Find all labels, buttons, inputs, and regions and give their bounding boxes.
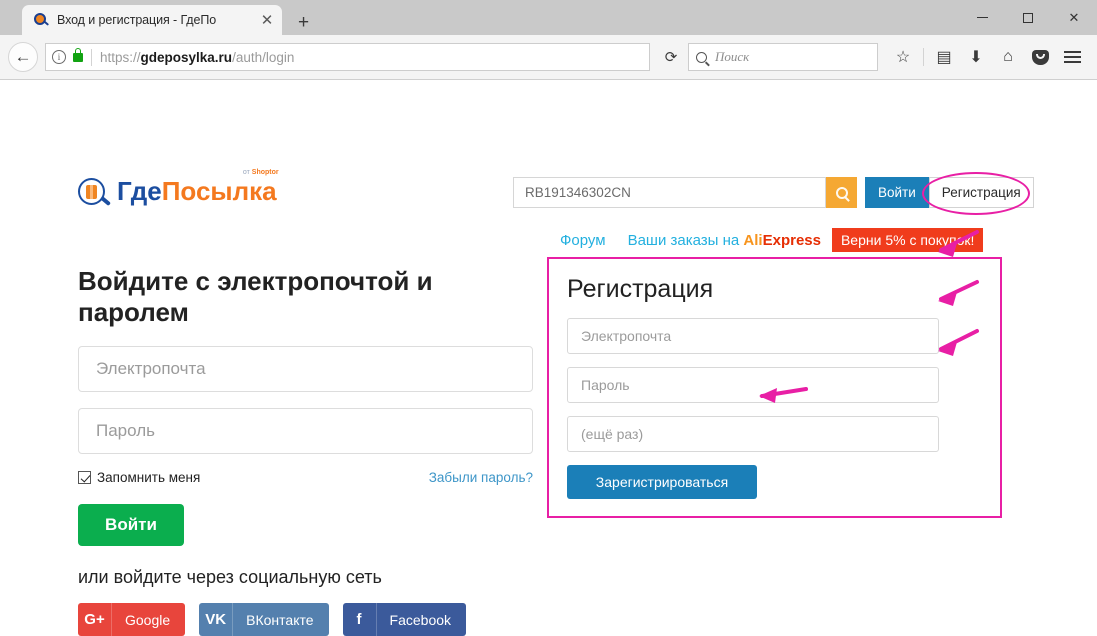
home-icon[interactable]: ⌂ [993,42,1023,72]
facebook-login-label: Facebook [389,611,452,628]
gdeposylka-favicon-icon [34,12,50,28]
header-login-button[interactable]: Войти [865,177,929,208]
library-icon[interactable]: ▤ [929,42,959,72]
login-email-input[interactable]: Электропочта [78,346,533,392]
menu-icon[interactable] [1057,42,1087,72]
logo-text: ГдеПосылка от Shoptor [117,169,279,206]
logo-sup-prefix: от [242,169,252,176]
tracking-search-button[interactable] [826,177,857,208]
header-actions: RB191346302CN Войти Регистрация [513,177,1034,208]
reload-icon[interactable]: ⟳ [658,44,684,70]
browser-search-placeholder: Поиск [715,49,750,64]
cashback-badge[interactable]: Верни 5% с покупок! [831,228,984,252]
header-register-button[interactable]: Регистрация [928,177,1034,208]
register-submit-button[interactable]: Зарегистрироваться [567,465,757,499]
window-controls: ✕ [959,0,1097,35]
login-form: Войдите с электропочтой и паролем Электр… [78,266,533,636]
ali-brand-part2: Express [762,231,821,249]
ali-brand-part1: Ali [743,231,763,249]
facebook-login-button[interactable]: f Facebook [342,603,467,636]
remember-me-label: Запомнить меня [97,470,201,485]
forum-link[interactable]: Форум [560,232,606,249]
social-login-label: или войдите через социальную сеть [78,567,382,587]
page-content: ГдеПосылка от Shoptor RB191346302CN Войт… [0,80,1097,636]
facebook-icon: f [343,603,377,636]
registration-panel: Регистрация Электропочта Пароль (ещё раз… [547,257,1002,518]
forgot-password-link[interactable]: Забыли пароль? [429,470,533,485]
vk-login-button[interactable]: VK ВКонтакте [199,603,329,636]
download-icon[interactable]: ⬇ [961,42,991,72]
star-icon[interactable]: ☆ [888,42,918,72]
checkbox-checked-icon [78,471,91,484]
login-title: Войдите с электропочтой и паролем [78,266,433,327]
register-email-input[interactable]: Электропочта [567,318,939,354]
search-icon [696,51,707,63]
browser-tab[interactable]: Вход и регистрация - ГдеПо ✕ [22,5,282,35]
site-logo[interactable]: ГдеПосылка от Shoptor [78,169,279,210]
remember-me-checkbox[interactable]: Запомнить меня [78,470,200,485]
registration-title: Регистрация [567,275,714,303]
social-login-buttons: G+ Google VK ВКонтакте f Facebook [78,603,533,636]
new-tab-button[interactable]: + [298,13,309,32]
url-host: gdeposylka.ru [140,49,233,65]
browser-search-input[interactable]: Поиск [688,43,878,71]
window-minimize-icon[interactable] [959,0,1005,35]
url-path: /auth/login [232,49,295,65]
tab-close-icon[interactable]: ✕ [258,13,276,28]
tracking-number-input[interactable]: RB191346302CN [513,177,826,208]
google-plus-icon: G+ [78,603,112,636]
url-scheme: https:// [100,49,141,65]
google-login-label: Google [125,611,171,628]
back-button-icon[interactable]: ← [8,42,38,72]
lock-icon [73,47,83,62]
logo-superscript: от Shoptor [243,169,279,176]
logo-text-part2: Посылка [161,176,277,206]
toolbar-divider [923,48,924,66]
logo-sup-brand: Shoptor [251,169,279,176]
browser-titlebar: Вход и регистрация - ГдеПо ✕ + ✕ [0,0,1097,35]
vk-login-label: ВКонтакте [246,611,314,628]
site-info-icon[interactable]: i [52,50,66,64]
logo-magnifier-package-icon [78,178,112,210]
logo-text-part1: Где [117,176,162,206]
window-maximize-icon[interactable] [1005,0,1051,35]
login-options-row: Запомнить меня Забыли пароль? [78,470,533,485]
login-submit-button[interactable]: Войти [78,504,184,546]
register-password-input[interactable]: Пароль [567,367,939,403]
orders-prefix: Ваши заказы на [627,231,744,249]
browser-window: Вход и регистрация - ГдеПо ✕ + ✕ ← i htt… [0,0,1097,636]
window-close-icon[interactable]: ✕ [1051,0,1097,35]
login-password-input[interactable]: Пароль [78,408,533,454]
browser-toolbar-icons: ☆ ▤ ⬇ ⌂ [888,42,1087,72]
register-password-repeat-input[interactable]: (ещё раз) [567,416,939,452]
address-bar[interactable]: i https://gdeposylka.ru/auth/login [45,43,650,71]
promo-links-row: Форум Ваши заказы на AliExpress Верни 5%… [560,228,984,252]
google-login-button[interactable]: G+ Google [78,603,186,636]
browser-navbar: ← i https://gdeposylka.ru/auth/login ⟳ П… [0,35,1097,80]
tab-title: Вход и регистрация - ГдеПо [57,13,217,27]
url-text: https://gdeposylka.ru/auth/login [100,50,294,65]
aliexpress-orders-link[interactable]: Ваши заказы на AliExpress [628,232,821,249]
url-divider [91,48,92,66]
vk-icon: VK [199,603,234,636]
pocket-icon[interactable] [1025,42,1055,72]
